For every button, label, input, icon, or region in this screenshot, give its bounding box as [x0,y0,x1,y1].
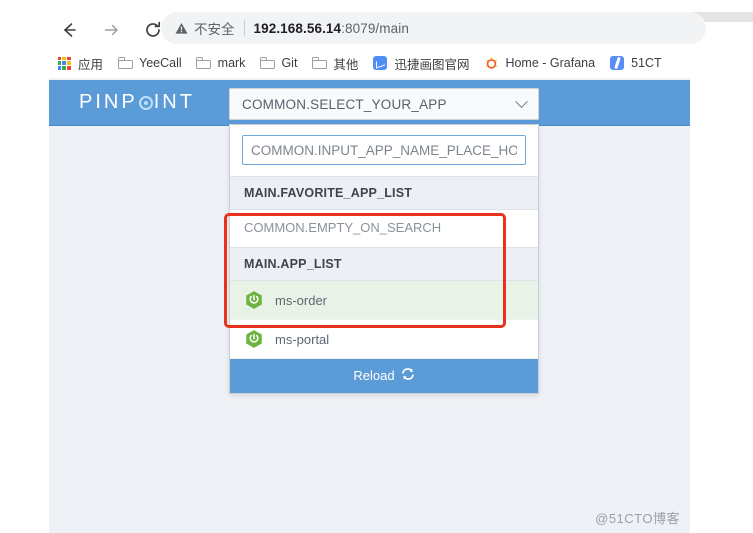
app-list-section-header: MAIN.APP_LIST [230,247,538,281]
favorite-section-header: MAIN.FAVORITE_APP_LIST [230,176,538,210]
logo-prefix: PINP [79,91,138,113]
url-host: 192.168.56.14 [253,20,342,36]
forward-button[interactable] [94,13,128,47]
grafana-icon [483,55,499,71]
reload-icon [146,21,161,37]
page-viewport: PINP INT COMMON.SELECT_YOUR_APP MAIN.FAV… [49,78,690,533]
bookmark-label: 其他 [333,57,359,72]
arrow-left-icon [64,23,76,37]
folder-icon [196,55,212,71]
bookmark-other[interactable]: 其他 [305,51,364,75]
bookmark-mark[interactable]: mark [190,51,252,75]
list-item[interactable]: ms-order [230,281,538,320]
list-item[interactable]: ms-portal [230,320,538,359]
app-search-input[interactable] [242,135,526,165]
reload-app-list-button[interactable]: Reload [230,359,538,393]
favorite-empty-message: COMMON.EMPTY_ON_SEARCH [230,210,538,247]
app-selector-label: COMMON.SELECT_YOUR_APP [242,96,447,112]
url-text: 192.168.56.14:8079/main [254,21,409,36]
reload-label: Reload [353,368,395,383]
app-search-container [230,125,538,176]
bookmark-yeecall[interactable]: YeeCall [111,51,188,75]
pinpoint-header: PINP INT COMMON.SELECT_YOUR_APP MAIN.FAV… [49,80,690,394]
folder-icon [311,55,327,71]
bookmark-grafana[interactable]: Home - Grafana [477,51,601,75]
bookmark-xunjie[interactable]: 迅捷画图官网 [366,51,475,75]
browser-window: 不安全 192.168.56.14:8079/main 应用 YeeCall m… [0,0,753,533]
bookmark-51cto[interactable]: 51CT [603,51,668,75]
spring-boot-icon [244,290,264,310]
bookmark-apps[interactable]: 应用 [50,51,109,75]
refresh-icon [401,367,415,384]
logo-suffix: INT [153,91,195,113]
browser-chrome: 不安全 192.168.56.14:8079/main 应用 YeeCall m… [0,0,753,78]
apps-grid-icon [56,55,72,71]
bookmark-git[interactable]: Git [253,51,303,75]
app-name: ms-portal [275,331,330,347]
back-button[interactable] [52,13,86,47]
app-selector-button[interactable]: COMMON.SELECT_YOUR_APP [229,88,539,120]
bookmark-label: Home - Grafana [505,56,596,70]
target-dot-icon [138,95,153,110]
bookmark-label: mark [217,56,246,70]
security-label: 不安全 [194,22,235,37]
blue-pen-icon [609,55,625,71]
bookmark-label: 应用 [78,57,104,72]
bookmark-label: 51CT [631,56,662,70]
url-path: :8079/main [341,20,409,36]
bookmark-label: YeeCall [139,56,182,70]
blue-chart-icon [372,55,388,71]
omnibox-divider [243,20,245,36]
spring-boot-icon [244,329,264,349]
warning-triangle-icon [175,22,188,35]
folder-icon [117,55,133,71]
app-selector: COMMON.SELECT_YOUR_APP MAIN.FAVORITE_APP… [224,88,539,394]
bookmark-label: Git [281,56,298,70]
address-bar[interactable]: 不安全 192.168.56.14:8079/main [161,12,706,44]
bookmarks-bar: 应用 YeeCall mark Git 其他 迅捷画图官网 Home - Gra… [0,48,753,78]
folder-icon [259,55,275,71]
chevron-down-icon [515,94,528,108]
bookmark-label: 迅捷画图官网 [394,57,470,72]
pinpoint-logo[interactable]: PINP INT [79,91,195,114]
arrow-right-icon [104,24,118,36]
app-name: ms-order [275,292,328,308]
watermark: @51CTO博客 [595,511,680,526]
app-selector-panel: MAIN.FAVORITE_APP_LIST COMMON.EMPTY_ON_S… [224,124,539,394]
